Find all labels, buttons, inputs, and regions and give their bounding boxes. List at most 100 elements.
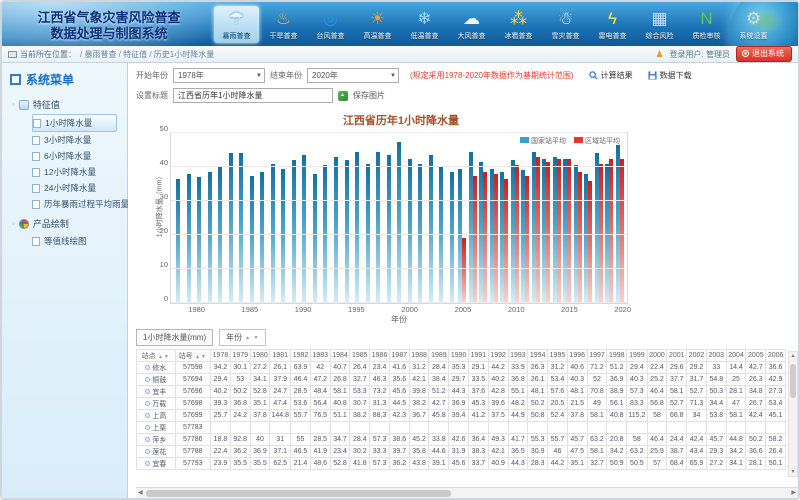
station-cell-上高[interactable]: 上高	[137, 410, 176, 422]
scroll-left-icon[interactable]: ◀	[138, 489, 143, 496]
expand-icon[interactable]	[145, 449, 150, 454]
bar-national-2004[interactable]	[450, 172, 454, 303]
sidebar-item-等值线绘图[interactable]: 等值线绘图	[32, 233, 127, 249]
bar-national-1982[interactable]	[218, 167, 222, 303]
bar-national-1984[interactable]	[239, 153, 243, 303]
toolbar-item-台风普查[interactable]: ◎台风普查	[308, 6, 353, 43]
tree-group-产品绘制[interactable]: ◦产品绘制	[12, 217, 127, 230]
bar-national-1989[interactable]	[292, 160, 296, 303]
end-year-select[interactable]: 2020年 ▼	[307, 68, 399, 83]
station-cell-修水[interactable]: 修水	[137, 362, 176, 374]
bar-national-1980[interactable]	[197, 177, 201, 303]
bar-national-2002[interactable]	[429, 155, 433, 303]
save-image-button[interactable]: 保存图片	[353, 90, 385, 101]
column-header-1998[interactable]: 1998	[607, 350, 627, 362]
station-cell-宜丰[interactable]: 宜丰	[137, 386, 176, 398]
sort-arrows-icon[interactable]: ▲▼	[156, 354, 170, 360]
column-header-1999[interactable]: 1999	[627, 350, 647, 362]
bar-national-1993[interactable]	[334, 157, 338, 303]
sidebar-item-12小时降水量[interactable]: 12小时降水量	[32, 164, 127, 180]
toolbar-item-干旱普查[interactable]: ♨干旱普查	[261, 6, 306, 43]
bar-regional-2017[interactable]	[588, 181, 592, 303]
column-header-1979[interactable]: 1979	[230, 350, 250, 362]
scroll-down-icon[interactable]: ▼	[789, 469, 797, 475]
toolbar-item-暴雨普查[interactable]: ☂暴雨普查	[214, 6, 259, 43]
column-header-1983[interactable]: 1983	[310, 350, 330, 362]
column-header-1995[interactable]: 1995	[548, 350, 568, 362]
toolbar-item-雷电普查[interactable]: ϟ雷电普查	[590, 6, 635, 43]
toolbar-item-大风普查[interactable]: ☁大风普查	[449, 6, 494, 43]
scroll-up-icon[interactable]: ▲	[789, 353, 797, 359]
expand-icon[interactable]	[145, 425, 150, 430]
bar-national-2000[interactable]	[408, 159, 412, 304]
column-header-1987[interactable]: 1987	[389, 350, 409, 362]
bar-regional-2015[interactable]	[567, 159, 571, 304]
bar-national-2003[interactable]	[439, 167, 443, 303]
sidebar-item-1小时降水量[interactable]: 1小时降水量	[32, 114, 117, 132]
column-header-1982[interactable]: 1982	[291, 350, 311, 362]
toolbar-item-雪灾普查[interactable]: ☃雪灾普查	[543, 6, 588, 43]
sidebar-item-6小时降水量[interactable]: 6小时降水量	[32, 148, 127, 164]
toolbar-item-冰雹普查[interactable]: ⁂冰雹普查	[496, 6, 541, 43]
bar-national-1997[interactable]	[376, 152, 380, 303]
bar-national-1985[interactable]	[250, 176, 254, 304]
bar-regional-2007[interactable]	[483, 172, 487, 303]
toolbar-item-质检审核[interactable]: N质检审核	[684, 6, 729, 43]
column-header-2001[interactable]: 2001	[667, 350, 687, 362]
column-header-station[interactable]: 站点 ▲▼	[137, 350, 176, 362]
expander-icon[interactable]: ◦	[12, 219, 15, 228]
expander-icon[interactable]: ◦	[12, 100, 15, 109]
column-header-1986[interactable]: 1986	[370, 350, 390, 362]
bar-regional-2016[interactable]	[578, 172, 582, 303]
bar-national-1990[interactable]	[302, 155, 306, 303]
bar-regional-2006[interactable]	[473, 176, 477, 304]
column-header-2000[interactable]: 2000	[647, 350, 667, 362]
bar-regional-2013[interactable]	[546, 162, 550, 303]
bar-regional-2011[interactable]	[525, 176, 529, 304]
toolbar-item-低温普查[interactable]: ❄低温普查	[402, 6, 447, 43]
expand-icon[interactable]	[145, 377, 150, 382]
bar-national-1981[interactable]	[208, 172, 212, 303]
bar-regional-2009[interactable]	[504, 179, 508, 303]
station-cell-上栗[interactable]: 上栗	[137, 422, 176, 434]
bar-national-1979[interactable]	[187, 174, 191, 303]
bar-regional-2014[interactable]	[557, 159, 561, 304]
sort-arrows-icon[interactable]: ▲▼	[193, 354, 207, 360]
column-header-1996[interactable]: 1996	[567, 350, 587, 362]
expand-icon[interactable]	[145, 437, 150, 442]
bar-national-1995[interactable]	[355, 152, 359, 303]
column-header-1978[interactable]: 1978	[211, 350, 231, 362]
sidebar-item-历年暴雨过程平均雨量[interactable]: 历年暴雨过程平均雨量	[32, 196, 127, 212]
column-header-1990[interactable]: 1990	[449, 350, 469, 362]
station-cell-萍乡[interactable]: 萍乡	[137, 434, 176, 446]
column-header-1980[interactable]: 1980	[250, 350, 270, 362]
bar-national-1978[interactable]	[176, 179, 180, 303]
column-header-1985[interactable]: 1985	[350, 350, 370, 362]
toolbar-item-综合风险[interactable]: ▦综合风险	[637, 6, 682, 43]
scroll-right-icon[interactable]: ▶	[791, 489, 796, 496]
column-header-1991[interactable]: 1991	[469, 350, 489, 362]
sidebar-item-24小时降水量[interactable]: 24小时降水量	[32, 180, 127, 196]
column-header-1984[interactable]: 1984	[330, 350, 350, 362]
column-header-1993[interactable]: 1993	[508, 350, 528, 362]
table-vertical-scrollbar[interactable]: ▲ ▼	[788, 351, 798, 477]
column-header-1981[interactable]: 1981	[270, 350, 291, 362]
hscroll-thumb[interactable]	[146, 490, 451, 497]
year-sort-control[interactable]: 年份 ▲ ▼	[219, 329, 266, 346]
column-header-1994[interactable]: 1994	[528, 350, 548, 362]
column-header-2002[interactable]: 2002	[687, 350, 707, 362]
tree-group-特征值[interactable]: ◦特征值	[12, 98, 127, 111]
column-header-2004[interactable]: 2004	[726, 350, 746, 362]
table-horizontal-scrollbar[interactable]: ◀ ▶	[136, 487, 798, 498]
column-header-2006[interactable]: 2006	[766, 350, 786, 362]
expand-icon[interactable]	[145, 389, 150, 394]
expand-icon[interactable]	[145, 413, 150, 418]
column-header-1988[interactable]: 1988	[409, 350, 429, 362]
breadcrumb[interactable]: / 暴雨普查 / 特征值 / 历史1小时降水量	[80, 49, 214, 60]
column-header-1989[interactable]: 1989	[429, 350, 449, 362]
bar-regional-2019[interactable]	[609, 159, 613, 304]
download-button[interactable]: 数据下载	[648, 70, 692, 81]
bar-national-1988[interactable]	[281, 169, 285, 303]
bar-national-1994[interactable]	[345, 160, 349, 303]
sidebar-item-3小时降水量[interactable]: 3小时降水量	[32, 132, 127, 148]
